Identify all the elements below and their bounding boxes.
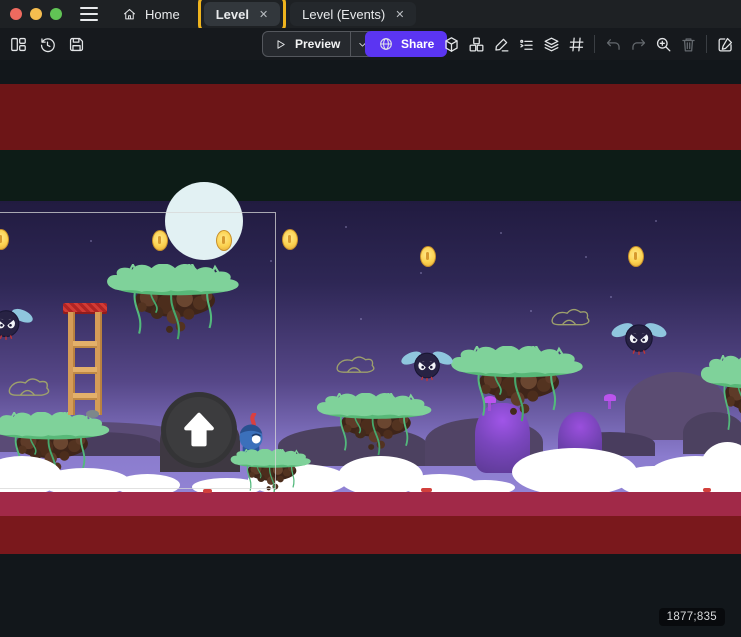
sketch-cloud[interactable] — [334, 354, 377, 375]
flying-enemy[interactable] — [610, 314, 668, 360]
globe-icon — [378, 36, 394, 52]
tab-level-close-icon[interactable]: ✕ — [259, 8, 268, 21]
sketch-cloud[interactable] — [549, 306, 592, 328]
coin[interactable] — [420, 246, 436, 267]
object-groups-icon[interactable] — [464, 32, 488, 56]
redo-icon[interactable] — [626, 32, 650, 56]
star — [655, 220, 657, 222]
preview-split-button: Preview — [262, 31, 374, 57]
tab-level-label: Level — [216, 7, 249, 22]
selection-rectangle[interactable] — [0, 212, 276, 489]
flying-enemy[interactable] — [400, 343, 454, 386]
titlebar: Home Level ✕ Level (Events) ✕ — [0, 0, 741, 28]
tab-level-events-close-icon[interactable]: ✕ — [395, 8, 404, 21]
layers-icon[interactable] — [539, 32, 563, 56]
ceiling-block[interactable] — [0, 84, 741, 150]
preview-button[interactable]: Preview — [263, 32, 350, 56]
preview-button-label: Preview — [295, 37, 340, 51]
coin[interactable] — [628, 246, 644, 267]
star — [530, 310, 532, 312]
edit-instances-icon[interactable] — [489, 32, 513, 56]
floor-marking — [703, 488, 711, 492]
floating-island[interactable] — [700, 355, 741, 441]
coin[interactable] — [282, 229, 298, 250]
lower-floor-block[interactable] — [0, 516, 741, 554]
star — [500, 232, 502, 234]
instances-list-icon[interactable] — [514, 32, 538, 56]
floor-marking — [203, 489, 212, 493]
delete-icon[interactable] — [676, 32, 700, 56]
main-menu-icon[interactable] — [80, 7, 98, 21]
star — [360, 318, 362, 320]
toolbar-left-group — [6, 32, 88, 56]
floor-block[interactable] — [0, 492, 741, 516]
zoom-window-button[interactable] — [50, 8, 62, 20]
undo-icon[interactable] — [601, 32, 625, 56]
history-icon[interactable] — [35, 32, 59, 56]
share-button-label: Share — [401, 37, 434, 51]
star — [585, 256, 587, 258]
3d-objects-icon[interactable] — [439, 32, 463, 56]
close-window-button[interactable] — [10, 8, 22, 20]
home-icon — [122, 7, 137, 22]
toolbar-separator — [706, 35, 707, 53]
toolbar-separator — [594, 35, 595, 53]
tab-home[interactable]: Home — [112, 2, 190, 26]
zoom-in-icon[interactable] — [651, 32, 675, 56]
floating-island[interactable] — [316, 393, 436, 459]
star — [610, 296, 612, 298]
minimize-window-button[interactable] — [30, 8, 42, 20]
cursor-coordinates: 1877;835 — [659, 608, 725, 626]
tab-home-label: Home — [145, 7, 180, 22]
star — [345, 226, 347, 228]
floating-island[interactable] — [450, 346, 588, 426]
gdevelop-window: { "titlebar": { "traffic_lights": ["clos… — [0, 0, 741, 637]
grid-icon[interactable] — [564, 32, 588, 56]
floor-marking — [421, 488, 432, 492]
star — [420, 272, 422, 274]
toolbar-right-group — [439, 32, 737, 56]
tab-level-events[interactable]: Level (Events) ✕ — [290, 2, 416, 26]
traffic-lights — [10, 8, 62, 20]
edit-scene-properties-icon[interactable] — [713, 32, 737, 56]
cloud — [512, 448, 637, 496]
tab-level[interactable]: Level ✕ — [204, 2, 280, 26]
scene-editor-canvas[interactable]: 1877;835 — [0, 60, 741, 637]
toolbar: Preview Share — [0, 28, 741, 60]
save-icon[interactable] — [64, 32, 88, 56]
toggle-panels-icon[interactable] — [6, 32, 30, 56]
tab-bar: Home Level ✕ Level (Events) ✕ — [112, 0, 416, 28]
tab-level-events-label: Level (Events) — [302, 7, 385, 22]
share-button[interactable]: Share — [365, 31, 447, 57]
play-icon — [273, 37, 288, 52]
scene-background-gap — [0, 150, 741, 201]
